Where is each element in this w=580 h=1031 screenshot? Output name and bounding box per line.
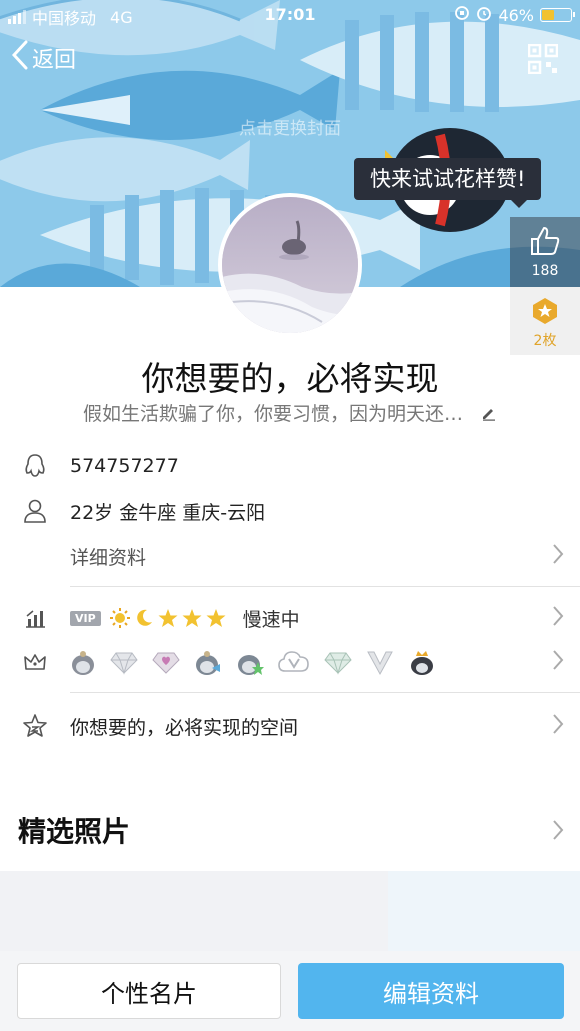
green-diamond-icon (324, 652, 352, 675)
level-icons (109, 607, 227, 629)
vip-tag: VIP (70, 610, 101, 626)
avatar[interactable] (218, 193, 362, 337)
back-label: 返回 (32, 48, 77, 73)
photo-thumbnail[interactable] (388, 871, 580, 951)
crown-icon (20, 647, 50, 677)
badges-row[interactable] (0, 640, 580, 684)
fancy-like-tooltip[interactable]: 快来试试花样赞! (354, 158, 542, 208)
status-bar: 中国移动 4G 17:01 46% (0, 0, 580, 30)
qq-number: 574757277 (70, 455, 179, 477)
qq-number-row: 574757277 (0, 444, 580, 488)
featured-photos-strip[interactable] (0, 871, 580, 951)
chevron-right-icon[interactable] (552, 819, 564, 845)
star-badge-icon (510, 287, 580, 330)
sun-icon (109, 608, 130, 628)
user-icon (20, 496, 50, 526)
thumbs-up-icon (510, 217, 580, 261)
level-status: 慢速中 (242, 608, 300, 631)
signature-text: 假如生活欺骗了你，你要习惯，因为明天还… (82, 403, 463, 425)
badge-list (70, 648, 436, 676)
qr-code-button[interactable] (527, 43, 559, 78)
basic-info-row: 22岁 金牛座 重庆-云阳 (0, 489, 580, 533)
details-row[interactable]: 详细资料 (0, 534, 580, 578)
penguin-badge-icon (72, 651, 94, 675)
chevron-right-icon (552, 605, 564, 631)
chevron-left-icon (11, 40, 32, 76)
penguin-icon (20, 451, 50, 481)
battery-percent: 46% (498, 5, 534, 25)
penguin-star-badge-icon (238, 655, 264, 675)
details-label: 详细资料 (70, 546, 147, 569)
space-label: 你想要的，必将实现的空间 (70, 716, 299, 739)
level-row[interactable]: VIP 慢速中 (0, 596, 580, 640)
signature[interactable]: 假如生活欺骗了你，你要习惯，因为明天还… (0, 399, 580, 426)
divider (70, 586, 580, 587)
growth-chart-icon (20, 603, 50, 633)
medal-count: 2枚 (533, 333, 557, 349)
star-icon (182, 609, 202, 627)
like-button[interactable]: 188 (510, 217, 580, 287)
alarm-icon (476, 5, 492, 25)
swan-photo (222, 197, 358, 333)
qr-code-icon (527, 43, 559, 75)
chevron-right-icon (552, 713, 564, 739)
rotation-lock-icon (454, 5, 470, 25)
diamond-icon (110, 652, 138, 675)
cloud-vip-icon (278, 651, 309, 672)
back-button[interactable]: 返回 (11, 40, 77, 76)
chevron-right-icon (552, 543, 564, 569)
chevron-right-icon (552, 649, 564, 675)
change-cover-hint[interactable]: 点击更换封面 (0, 114, 580, 139)
divider (70, 692, 580, 693)
star-outline-icon (20, 711, 50, 741)
space-row[interactable]: 你想要的，必将实现的空间 (0, 704, 580, 748)
edit-profile-button[interactable]: 编辑资料 (298, 963, 564, 1019)
battery-icon (540, 8, 575, 22)
star-icon (158, 609, 178, 627)
medal-button[interactable]: 2枚 (510, 287, 580, 355)
pencil-icon[interactable] (481, 404, 497, 426)
featured-photos-title[interactable]: 精选照片 (18, 810, 130, 850)
v-badge-icon (367, 651, 393, 676)
heart-diamond-icon (152, 652, 180, 674)
penguin-fish-badge-icon (196, 651, 220, 675)
star-icon (206, 609, 226, 627)
like-count: 188 (531, 263, 559, 279)
moon-icon (136, 609, 152, 626)
crown-penguin-badge-icon (411, 651, 433, 675)
nickname: 你想要的，必将实现 (141, 359, 439, 398)
basic-info: 22岁 金牛座 重庆-云阳 (70, 501, 266, 524)
profile-card-button[interactable]: 个性名片 (17, 963, 281, 1019)
